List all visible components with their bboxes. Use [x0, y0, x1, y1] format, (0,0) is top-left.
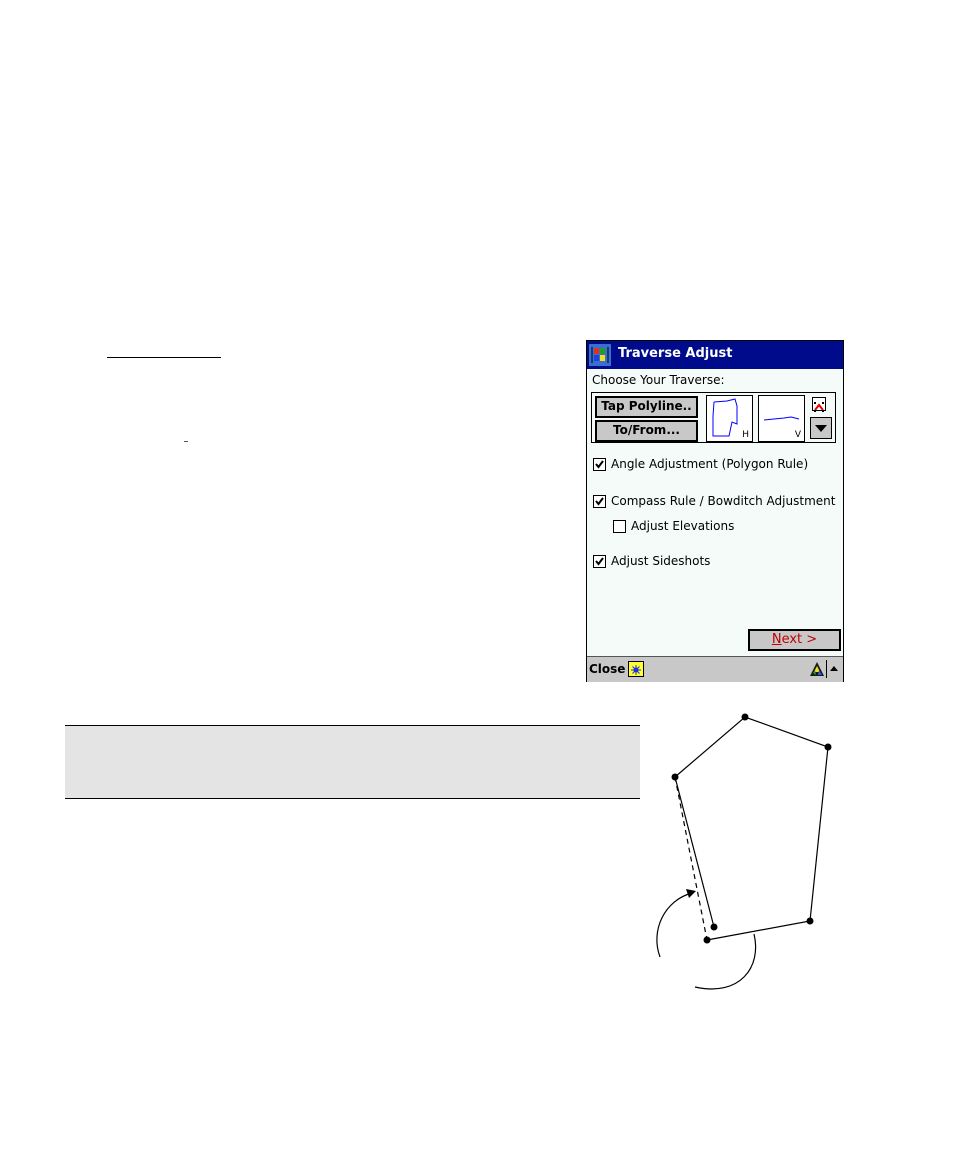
choose-traverse-label: Choose Your Traverse:	[592, 373, 725, 387]
option-label: Adjust Sideshots	[611, 554, 711, 568]
heading-underline	[107, 357, 221, 358]
option-adjust-sideshots[interactable]: Adjust Sideshots	[593, 554, 710, 568]
checkbox-adjust-elevations[interactable]	[613, 519, 626, 533]
option-label: Angle Adjustment (Polygon Rule)	[611, 457, 809, 471]
horizontal-label: H	[742, 430, 749, 440]
checkbox-compass-rule[interactable]	[593, 494, 606, 508]
window-title: Traverse Adjust	[618, 346, 733, 361]
traverse-polygon	[674, 716, 829, 941]
traverse-point	[703, 936, 711, 944]
zoom-extents-icon[interactable]	[812, 397, 826, 412]
option-label: Compass Rule / Bowditch Adjustment	[611, 494, 836, 508]
input-panel-icon[interactable]	[628, 661, 644, 677]
traverse-point	[710, 923, 718, 931]
tap-polyline-button[interactable]: Tap Polyline..	[595, 396, 698, 418]
windows-start-icon[interactable]	[589, 344, 611, 366]
next-label-rest: ext >	[781, 632, 818, 647]
vertical-preview: V	[758, 395, 805, 442]
title-bar: Traverse Adjust	[587, 341, 843, 369]
option-angle-adjustment[interactable]: Angle Adjustment (Polygon Rule)	[593, 457, 808, 471]
option-compass-rule[interactable]: Compass Rule / Bowditch Adjustment	[593, 494, 835, 508]
traverse-point	[806, 917, 814, 925]
close-button[interactable]: Close	[589, 662, 625, 676]
next-button[interactable]: Next >	[748, 629, 841, 651]
traverse-point	[824, 743, 832, 751]
option-label: Adjust Elevations	[631, 519, 735, 533]
taskbar: Close	[587, 656, 843, 682]
horizontal-preview: H	[706, 395, 753, 442]
triangle-logo-icon[interactable]	[809, 661, 825, 681]
traverse-leg	[674, 776, 715, 928]
traverse-point	[671, 773, 679, 781]
angle-arc-bottom	[694, 933, 757, 990]
to-from-button[interactable]: To/From...	[595, 420, 698, 442]
note-box	[65, 725, 640, 799]
dash-mark	[184, 441, 188, 442]
checkbox-angle-adjustment[interactable]	[593, 457, 606, 471]
traverse-selector: Tap Polyline.. To/From... H V	[591, 392, 836, 443]
traverse-diagram	[656, 713, 832, 990]
option-adjust-elevations[interactable]: Adjust Elevations	[613, 519, 734, 533]
dropdown-arrow-icon[interactable]	[810, 417, 832, 439]
traverse-point	[741, 713, 749, 721]
checkbox-adjust-sideshots[interactable]	[593, 554, 606, 568]
angle-arc-left	[656, 892, 693, 958]
next-mnemonic: N	[771, 632, 782, 647]
up-arrow-icon[interactable]	[830, 666, 838, 671]
arrowhead-icon	[686, 889, 696, 898]
closure-dashed-line	[674, 776, 708, 941]
traverse-adjust-window: Traverse Adjust Choose Your Traverse: Ta…	[586, 340, 844, 682]
vertical-label: V	[794, 430, 801, 440]
taskbar-separator	[826, 660, 827, 678]
